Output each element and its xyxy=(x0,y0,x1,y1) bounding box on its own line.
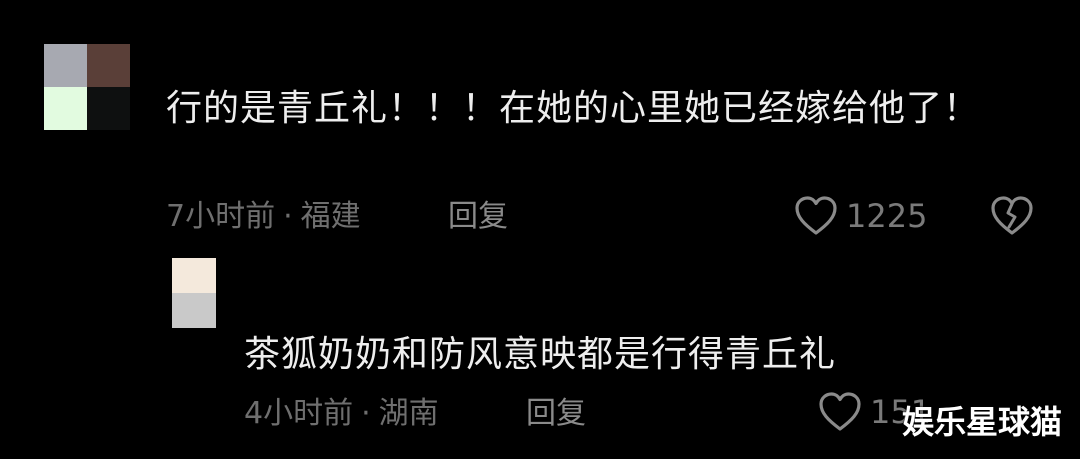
avatar-pixel xyxy=(44,44,87,87)
comment-text: 行的是青丘礼！！！在她的心里她已经嫁给他了！ xyxy=(166,88,981,129)
avatar-pixel xyxy=(172,293,216,328)
reply-meta: 4小时前 · 湖南 xyxy=(244,394,439,434)
broken-heart-icon xyxy=(991,196,1033,235)
reply-button[interactable]: 回复 xyxy=(448,197,508,237)
comment-time: 7小时前 xyxy=(166,199,276,234)
comment-location: 福建 xyxy=(300,199,361,234)
avatar[interactable] xyxy=(44,44,130,130)
reply-location: 湖南 xyxy=(378,396,439,431)
dislike-button[interactable] xyxy=(990,196,1034,240)
reply-avatar[interactable] xyxy=(172,258,216,328)
avatar-pixel xyxy=(87,87,130,130)
comment-meta: 7小时前 · 福建 xyxy=(166,197,361,237)
like-count: 1225 xyxy=(846,197,928,235)
heart-outline-icon xyxy=(819,392,861,431)
like-button[interactable]: 1225 xyxy=(794,196,927,236)
watermark: 娱乐星球猫 xyxy=(902,403,1063,441)
avatar-pixel xyxy=(87,44,130,87)
reply-time: 4小时前 xyxy=(244,396,354,431)
heart-outline-icon xyxy=(795,196,837,235)
avatar-pixel xyxy=(172,258,216,293)
avatar-pixel xyxy=(44,87,87,130)
meta-separator: · xyxy=(361,396,371,431)
reply-reply-button[interactable]: 回复 xyxy=(526,394,586,434)
meta-separator: · xyxy=(283,199,293,234)
reply-text: 茶狐奶奶和防风意映都是行得青丘礼 xyxy=(244,334,837,375)
